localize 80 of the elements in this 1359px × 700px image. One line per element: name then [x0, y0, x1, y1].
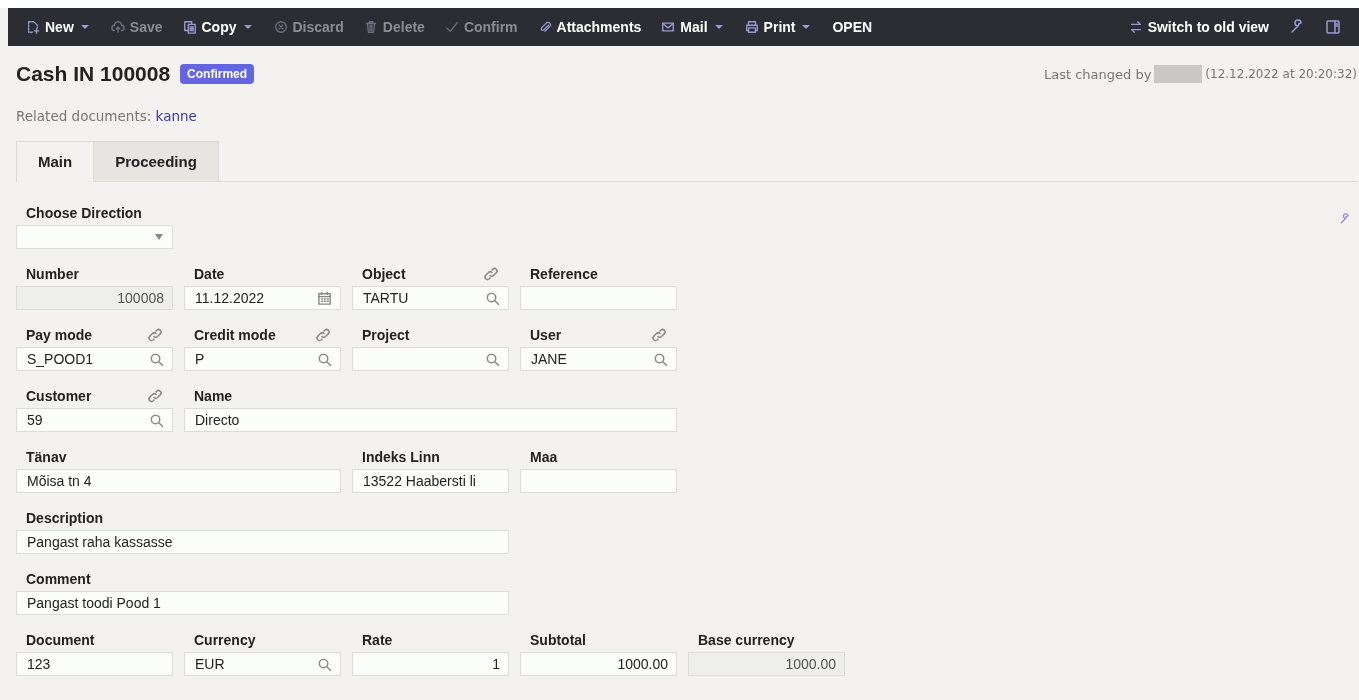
- input-field[interactable]: 100008: [16, 286, 173, 310]
- redacted-block: [1154, 65, 1203, 83]
- printer-icon: [744, 20, 759, 34]
- field-label: Reference: [530, 266, 598, 282]
- search-icon: [485, 351, 500, 367]
- search-icon: [317, 656, 332, 672]
- input-field[interactable]: 13522 Haabersti li: [352, 469, 509, 493]
- input-field[interactable]: 123: [16, 652, 173, 676]
- input-field[interactable]: 11.12.2022: [184, 286, 341, 310]
- input-field[interactable]: 59: [16, 408, 173, 432]
- toolbar-button[interactable]: New: [18, 15, 99, 39]
- switch-view-button[interactable]: Switch to old view: [1120, 15, 1277, 39]
- trash-icon: [363, 20, 378, 34]
- field-label: Document: [26, 632, 95, 648]
- input-field[interactable]: TARTU: [352, 286, 509, 310]
- tab[interactable]: Proceeding: [93, 141, 219, 181]
- field-label: Comment: [26, 571, 91, 587]
- search-icon: [317, 351, 332, 367]
- toolbar-button[interactable]: Mail: [653, 15, 733, 39]
- field-label: Name: [194, 388, 233, 404]
- field-label: Date: [194, 266, 225, 282]
- toolbar-button[interactable]: Copy: [174, 15, 262, 39]
- last-changed-label: Last changed by: [1043, 66, 1152, 82]
- toolbar-button[interactable]: Attachments: [529, 15, 650, 39]
- input-field[interactable]: S_POOD1: [16, 347, 173, 371]
- field-label: Maa: [530, 449, 558, 465]
- input-field[interactable]: 1000.00: [688, 652, 845, 676]
- field-label: Project: [362, 327, 410, 343]
- field-label: Object: [362, 266, 406, 282]
- checkmark-icon: [444, 20, 459, 34]
- side-panel-icon: [1325, 19, 1341, 35]
- input-field[interactable]: EUR: [184, 652, 341, 676]
- field-label: Rate: [362, 632, 393, 648]
- related-documents-label: Related documents:: [16, 108, 152, 124]
- toolbar-button[interactable]: OPEN: [824, 15, 881, 39]
- field-label: Currency: [194, 632, 256, 648]
- envelope-icon: [661, 20, 676, 34]
- cloud-upload-icon: [110, 20, 125, 34]
- tab[interactable]: Main: [16, 141, 94, 182]
- field-label: Subtotal: [530, 632, 586, 648]
- swap-arrows-icon: [1128, 20, 1143, 34]
- input-field[interactable]: P: [184, 347, 341, 371]
- new-document-icon: [26, 20, 40, 34]
- field-label: Pay mode: [26, 327, 93, 343]
- field-label: User: [530, 327, 562, 343]
- input-field[interactable]: Pangast raha kassasse: [16, 530, 509, 554]
- status-badge: Confirmed: [180, 64, 255, 84]
- input-field[interactable]: [520, 286, 677, 310]
- last-changed-time: (12.12.2022 at 20:20:32): [1205, 67, 1357, 81]
- input-field[interactable]: Pangast toodi Pood 1: [16, 591, 509, 615]
- input-field[interactable]: JANE: [520, 347, 677, 371]
- field-label: Choose Direction: [26, 205, 142, 221]
- input-field[interactable]: [352, 347, 509, 371]
- input-field[interactable]: Directo: [184, 408, 677, 432]
- search-icon: [149, 351, 164, 367]
- search-icon: [149, 412, 164, 428]
- input-field[interactable]: 1000.00: [520, 652, 677, 676]
- copy-icon: [182, 20, 197, 34]
- wrench-icon: [1339, 213, 1351, 225]
- direction-dropdown[interactable]: [16, 225, 173, 249]
- dropdown-caret-icon: [154, 233, 164, 241]
- search-icon: [485, 290, 500, 306]
- caret-icon: [800, 23, 813, 31]
- toolbar-button[interactable]: Print: [736, 15, 821, 39]
- input-field[interactable]: Mõisa tn 4: [16, 469, 341, 493]
- field-label: Tänav: [26, 449, 67, 465]
- circle-x-icon: [273, 20, 288, 34]
- search-icon: [653, 351, 668, 367]
- input-field[interactable]: 1: [352, 652, 509, 676]
- input-field[interactable]: [520, 469, 677, 493]
- field-label: Credit mode: [194, 327, 276, 343]
- related-document-link[interactable]: kanne: [155, 108, 197, 124]
- field-label: Customer: [26, 388, 92, 404]
- document-title: Cash IN 100008: [16, 62, 171, 86]
- wrench-icon: [1289, 19, 1305, 35]
- field-label: Base currency: [698, 632, 795, 648]
- field-label: Indeks Linn: [362, 449, 440, 465]
- calendar-icon: [317, 290, 332, 306]
- field-label: Description: [26, 510, 103, 526]
- field-label: Number: [26, 266, 79, 282]
